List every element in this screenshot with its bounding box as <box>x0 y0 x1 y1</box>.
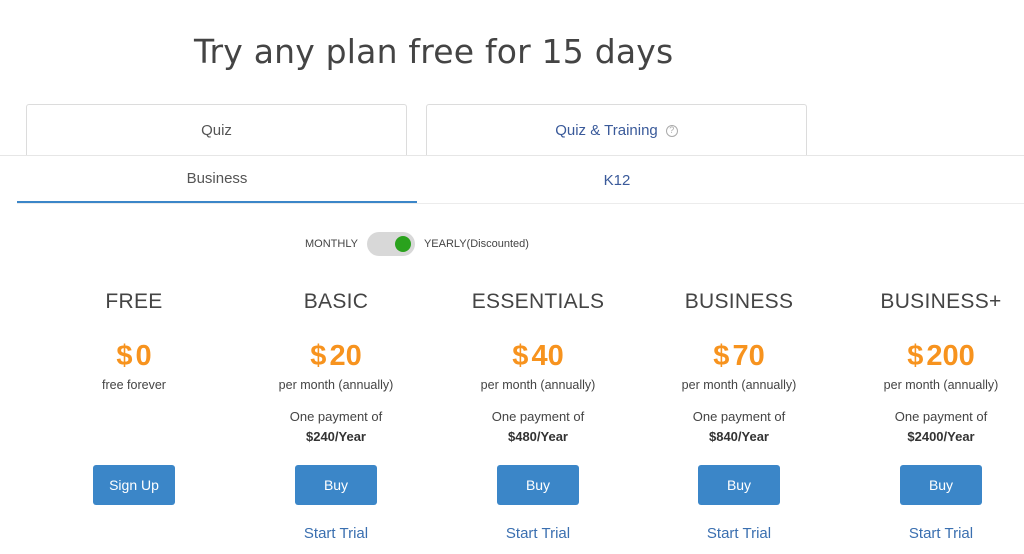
billing-toggle[interactable] <box>366 232 415 256</box>
currency-symbol: $ <box>713 340 730 372</box>
buy-button[interactable]: Buy <box>497 465 579 505</box>
plan-card-business: BUSINESS $70 per month (annually) One pa… <box>649 290 829 542</box>
plan-card-business-plus: BUSINESS+ $200 per month (annually) One … <box>851 290 1024 542</box>
currency-symbol: $ <box>512 340 529 372</box>
price-amount: 200 <box>926 340 975 372</box>
tab-quiz-training-label: Quiz & Training <box>555 122 658 139</box>
plan-name: ESSENTIALS <box>471 290 605 313</box>
payment-total: $240/Year <box>305 429 366 444</box>
plan-price: $70 <box>649 340 829 376</box>
plan-period: per month (annually) <box>681 378 797 392</box>
plan-price: $200 <box>851 340 1024 376</box>
tab-k12[interactable]: K12 <box>417 156 817 204</box>
payment-label: One payment of <box>491 409 585 424</box>
toggle-knob <box>394 236 411 252</box>
start-trial-link[interactable]: Start Trial <box>246 525 426 542</box>
payment-total: $840/Year <box>708 429 769 444</box>
page-headline: Try any plan free for 15 days <box>194 32 674 71</box>
subtabs-divider <box>17 203 1024 204</box>
plan-period: free forever <box>102 378 166 392</box>
start-trial-link[interactable]: Start Trial <box>851 525 1024 542</box>
price-amount: 70 <box>732 340 765 372</box>
tab-quiz[interactable]: Quiz <box>26 104 407 156</box>
buy-button[interactable]: Buy <box>900 465 982 505</box>
buy-button[interactable]: Buy <box>698 465 780 505</box>
tab-quiz-training[interactable]: Quiz & Training ? <box>426 104 807 156</box>
currency-symbol: $ <box>907 340 924 372</box>
plan-name: BASIC <box>303 290 369 313</box>
currency-symbol: $ <box>310 340 327 372</box>
billing-period-switch: MONTHLY YEARLY(Discounted) <box>305 232 529 256</box>
payment-total: $2400/Year <box>907 429 975 444</box>
buy-button[interactable]: Buy <box>295 465 377 505</box>
payment-label: One payment of <box>692 409 786 424</box>
tab-k12-label: K12 <box>603 171 631 189</box>
plan-price: $0 <box>44 340 224 376</box>
sign-up-button[interactable]: Sign Up <box>93 465 175 505</box>
tab-quiz-label: Quiz <box>201 122 232 139</box>
plan-period: per month (annually) <box>883 378 999 392</box>
price-amount: 40 <box>531 340 564 372</box>
plan-name: BUSINESS <box>684 290 794 313</box>
payment-label: One payment of <box>894 409 988 424</box>
plan-period: per month (annually) <box>480 378 596 392</box>
price-amount: 20 <box>329 340 362 372</box>
plan-period: per month (annually) <box>278 378 394 392</box>
plan-name: FREE <box>105 290 163 313</box>
tab-business[interactable]: Business <box>17 156 417 204</box>
plan-card-essentials: ESSENTIALS $40 per month (annually) One … <box>448 290 628 542</box>
tab-business-label: Business <box>186 170 248 187</box>
plan-card-free: FREE $0 free forever Sign Up <box>44 290 224 505</box>
start-trial-link[interactable]: Start Trial <box>649 525 829 542</box>
start-trial-link[interactable]: Start Trial <box>448 525 628 542</box>
payment-total: $480/Year <box>507 429 568 444</box>
yearly-label[interactable]: YEARLY(Discounted) <box>424 238 529 250</box>
payment-label: One payment of <box>289 409 383 424</box>
plan-price: $20 <box>246 340 426 376</box>
plan-card-basic: BASIC $20 per month (annually) One payme… <box>246 290 426 542</box>
plan-name: BUSINESS+ <box>880 290 1002 313</box>
plan-price: $40 <box>448 340 628 376</box>
question-circle-icon[interactable]: ? <box>665 124 678 137</box>
currency-symbol: $ <box>116 340 133 372</box>
monthly-label[interactable]: MONTHLY <box>305 238 358 250</box>
price-amount: 0 <box>135 340 152 372</box>
